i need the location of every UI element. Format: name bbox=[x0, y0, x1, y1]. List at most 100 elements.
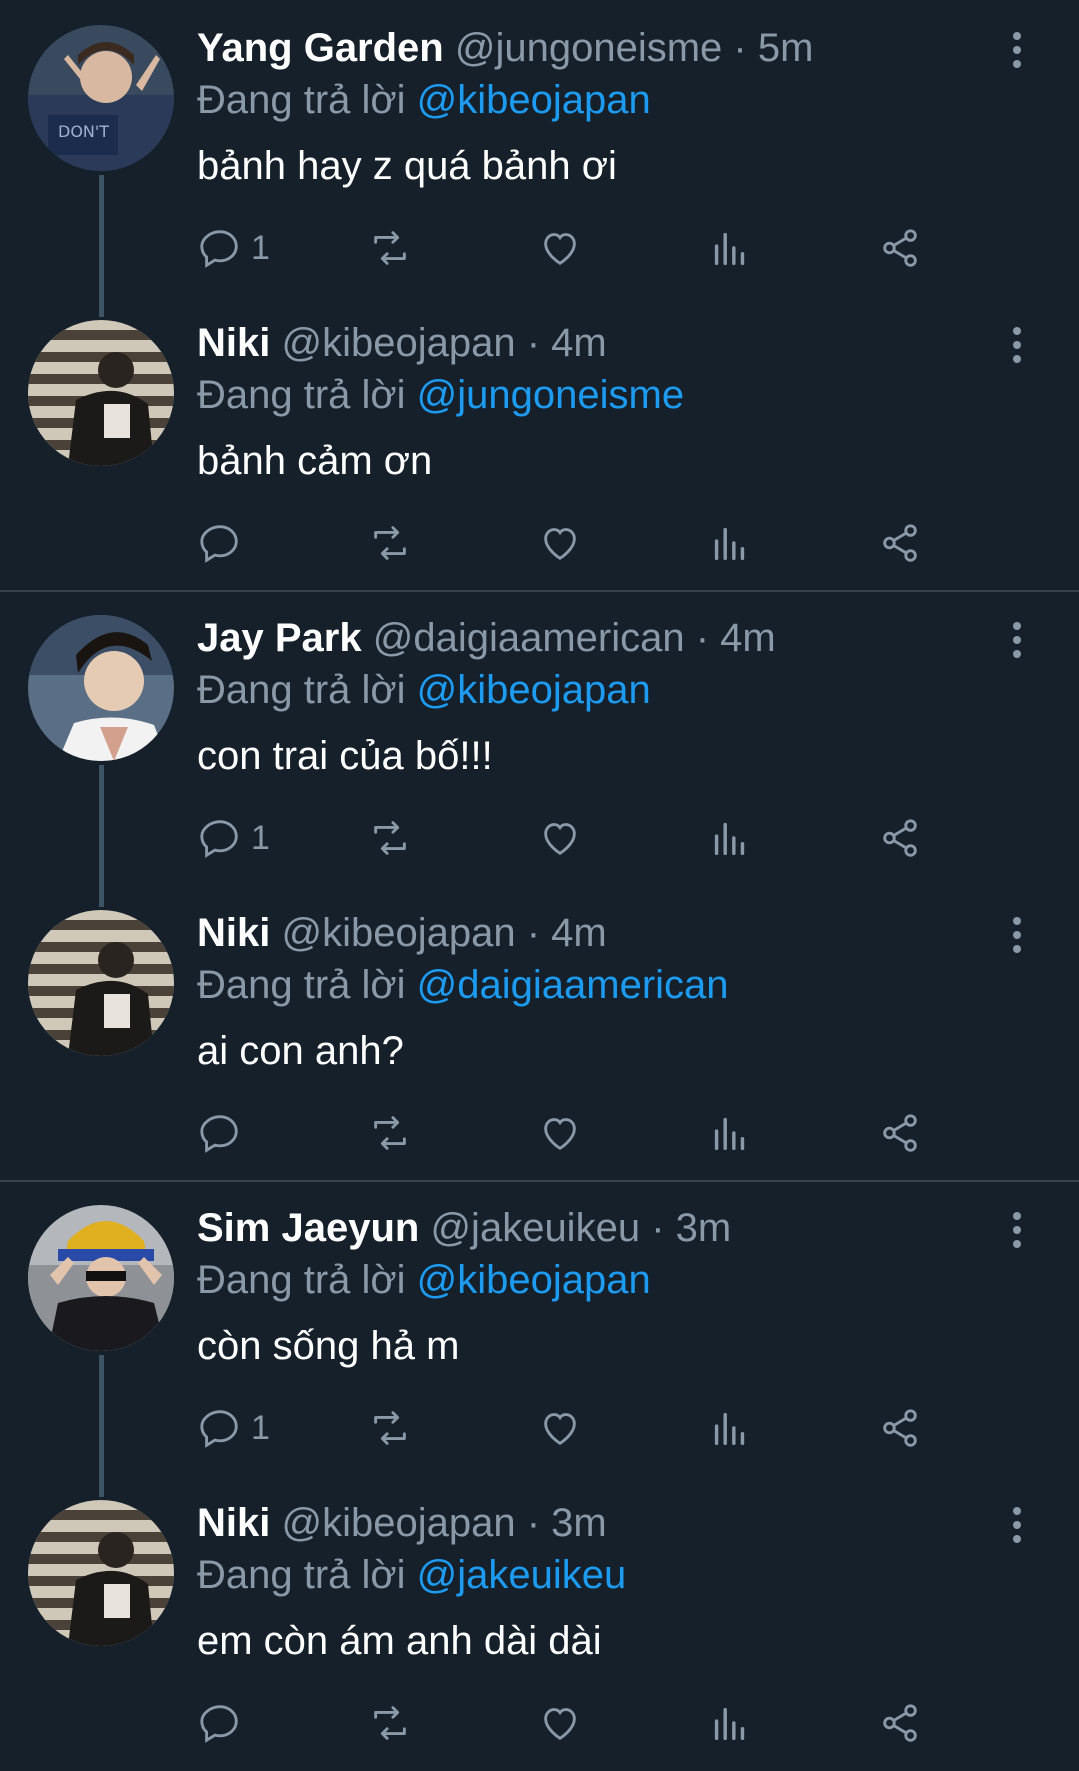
timestamp[interactable]: 4m bbox=[551, 911, 607, 955]
more-icon[interactable] bbox=[1005, 30, 1029, 70]
author-handle[interactable]: @kibeojapan bbox=[281, 1501, 515, 1545]
reply-thread-feed: DON'T Yang Garden @jungoneisme · 5m Đang… bbox=[0, 0, 1079, 1771]
tweet[interactable]: Jay Park @daigiaamerican · 4m Đang trả l… bbox=[0, 590, 1079, 907]
share-button[interactable] bbox=[877, 1698, 923, 1748]
like-button[interactable] bbox=[537, 1403, 583, 1453]
more-icon[interactable] bbox=[1005, 915, 1029, 955]
tweet[interactable]: DON'T Yang Garden @jungoneisme · 5m Đang… bbox=[0, 0, 1079, 317]
replying-to-label: Đang trả lời bbox=[197, 668, 406, 712]
retweet-button[interactable] bbox=[367, 518, 413, 568]
more-icon[interactable] bbox=[1005, 1505, 1029, 1545]
avatar[interactable] bbox=[28, 1205, 174, 1351]
author-handle[interactable]: @jakeuikeu bbox=[430, 1206, 640, 1250]
tweet-header: Jay Park @daigiaamerican · 4m bbox=[197, 612, 989, 664]
retweet-button[interactable] bbox=[367, 223, 413, 273]
author-name[interactable]: Niki bbox=[197, 1501, 270, 1545]
like-icon bbox=[544, 1413, 576, 1446]
retweet-button[interactable] bbox=[367, 1698, 413, 1748]
views-button[interactable] bbox=[707, 1108, 753, 1158]
like-button[interactable] bbox=[537, 1698, 583, 1748]
tweet-header: Yang Garden @jungoneisme · 5m bbox=[197, 22, 989, 74]
mention-link[interactable]: @jakeuikeu bbox=[417, 1553, 627, 1597]
replying-to: Đang trả lời @kibeojapan bbox=[197, 74, 989, 126]
reply-icon bbox=[200, 525, 238, 563]
views-icon bbox=[714, 232, 745, 266]
views-icon bbox=[714, 1117, 745, 1151]
timestamp[interactable]: 3m bbox=[551, 1501, 607, 1545]
author-handle[interactable]: @kibeojapan bbox=[281, 911, 515, 955]
avatar[interactable] bbox=[28, 1500, 174, 1646]
author-name[interactable]: Sim Jaeyun bbox=[197, 1206, 419, 1250]
retweet-button[interactable] bbox=[367, 1108, 413, 1158]
reply-button[interactable]: 1 bbox=[197, 223, 270, 273]
author-handle[interactable]: @kibeojapan bbox=[281, 321, 515, 365]
retweet-icon bbox=[374, 1411, 406, 1445]
avatar[interactable] bbox=[28, 320, 174, 466]
share-icon bbox=[883, 1409, 917, 1447]
reply-count: 1 bbox=[251, 818, 270, 857]
replying-to-label: Đang trả lời bbox=[197, 963, 406, 1007]
tweet[interactable]: Sim Jaeyun @jakeuikeu · 3m Đang trả lời … bbox=[0, 1180, 1079, 1497]
mention-link[interactable]: @daigiaamerican bbox=[417, 963, 729, 1007]
like-button[interactable] bbox=[537, 813, 583, 863]
views-button[interactable] bbox=[707, 1403, 753, 1453]
views-button[interactable] bbox=[707, 518, 753, 568]
views-button[interactable] bbox=[707, 223, 753, 273]
timestamp[interactable]: 3m bbox=[676, 1206, 732, 1250]
separator-dot: · bbox=[733, 26, 747, 70]
more-icon[interactable] bbox=[1005, 325, 1029, 365]
more-icon[interactable] bbox=[1005, 620, 1029, 660]
reply-button[interactable]: 1 bbox=[197, 813, 270, 863]
reply-button[interactable] bbox=[197, 1108, 251, 1158]
author-name[interactable]: Yang Garden bbox=[197, 26, 444, 70]
mention-link[interactable]: @kibeojapan bbox=[417, 78, 651, 122]
views-button[interactable] bbox=[707, 813, 753, 863]
avatar[interactable] bbox=[28, 615, 174, 761]
reply-button[interactable] bbox=[197, 518, 251, 568]
tweet[interactable]: Niki @kibeojapan · 3m Đang trả lời @jake… bbox=[0, 1475, 1079, 1770]
views-button[interactable] bbox=[707, 1698, 753, 1748]
like-icon bbox=[544, 233, 576, 266]
reply-icon bbox=[200, 1410, 238, 1448]
author-name[interactable]: Jay Park bbox=[197, 616, 362, 660]
more-icon[interactable] bbox=[1005, 1210, 1029, 1250]
reply-count: 1 bbox=[251, 228, 270, 267]
timestamp[interactable]: 4m bbox=[720, 616, 776, 660]
retweet-button[interactable] bbox=[367, 813, 413, 863]
like-button[interactable] bbox=[537, 518, 583, 568]
tweet-content: Jay Park @daigiaamerican · 4m Đang trả l… bbox=[197, 612, 989, 782]
like-icon bbox=[544, 1118, 576, 1151]
tweet-text: bảnh hay z quá bảnh ơi bbox=[197, 144, 617, 188]
timestamp[interactable]: 4m bbox=[551, 321, 607, 365]
replying-to-label: Đang trả lời bbox=[197, 1553, 406, 1597]
svg-text:DON'T: DON'T bbox=[58, 122, 109, 141]
author-name[interactable]: Niki bbox=[197, 321, 270, 365]
tweet[interactable]: Niki @kibeojapan · 4m Đang trả lời @daig… bbox=[0, 885, 1079, 1180]
avatar[interactable] bbox=[28, 910, 174, 1056]
avatar[interactable]: DON'T bbox=[28, 25, 174, 171]
separator-dot: · bbox=[651, 1206, 665, 1250]
share-button[interactable] bbox=[877, 518, 923, 568]
author-name[interactable]: Niki bbox=[197, 911, 270, 955]
reply-count: 1 bbox=[251, 1408, 270, 1447]
share-button[interactable] bbox=[877, 223, 923, 273]
like-button[interactable] bbox=[537, 1108, 583, 1158]
timestamp[interactable]: 5m bbox=[758, 26, 814, 70]
mention-link[interactable]: @kibeojapan bbox=[417, 668, 651, 712]
tweet-content: Yang Garden @jungoneisme · 5m Đang trả l… bbox=[197, 22, 989, 192]
tweet-text: bảnh cảm ơn bbox=[197, 439, 433, 483]
author-handle[interactable]: @jungoneisme bbox=[455, 26, 722, 70]
retweet-button[interactable] bbox=[367, 1403, 413, 1453]
mention-link[interactable]: @kibeojapan bbox=[417, 1258, 651, 1302]
tweet[interactable]: Niki @kibeojapan · 4m Đang trả lời @jung… bbox=[0, 295, 1079, 590]
mention-link[interactable]: @jungoneisme bbox=[417, 373, 684, 417]
reply-button[interactable]: 1 bbox=[197, 1403, 270, 1453]
replying-to-label: Đang trả lời bbox=[197, 1258, 406, 1302]
share-button[interactable] bbox=[877, 813, 923, 863]
views-icon bbox=[714, 822, 745, 856]
author-handle[interactable]: @daigiaamerican bbox=[373, 616, 685, 660]
share-button[interactable] bbox=[877, 1108, 923, 1158]
share-button[interactable] bbox=[877, 1403, 923, 1453]
reply-button[interactable] bbox=[197, 1698, 251, 1748]
like-button[interactable] bbox=[537, 223, 583, 273]
